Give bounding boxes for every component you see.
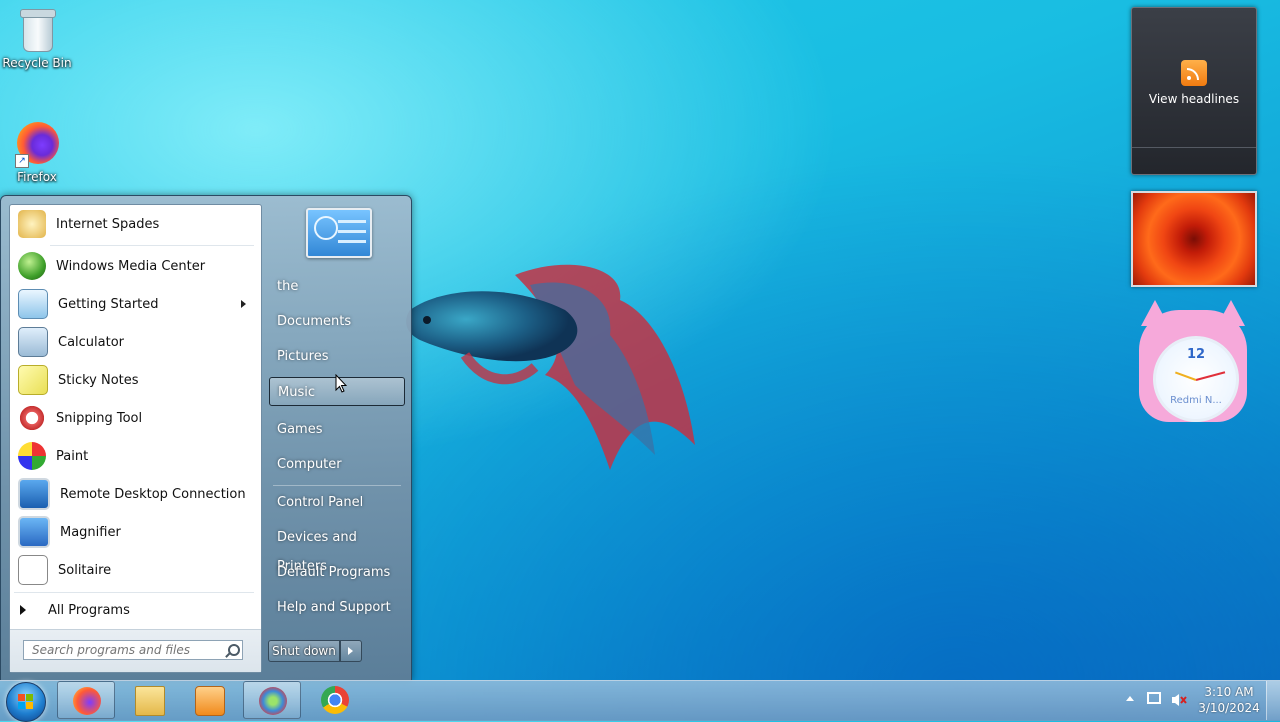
media-player-icon	[195, 686, 225, 716]
magnifier-icon	[18, 516, 50, 548]
firefox-icon	[73, 687, 101, 715]
start-button[interactable]	[6, 682, 46, 722]
getting-started-icon	[18, 289, 48, 319]
start-right-item-games[interactable]: Games	[269, 415, 405, 444]
action-center-flag-icon[interactable]	[1147, 692, 1161, 704]
program-label: Sticky Notes	[58, 372, 139, 388]
search-icon[interactable]	[228, 644, 240, 656]
program-label: Magnifier	[60, 524, 121, 540]
firefox-icon: ↗	[15, 120, 59, 168]
taskbar-media-player-button[interactable]	[180, 681, 238, 719]
program-solitaire[interactable]: Solitaire	[14, 552, 254, 588]
start-right-item-control-panel[interactable]: Control Panel	[269, 488, 405, 517]
file-explorer-icon	[135, 686, 165, 716]
expand-arrow-icon	[20, 605, 26, 615]
program-internet-spades[interactable]: Internet Spades	[14, 206, 254, 242]
clock-time: 3:10 AM	[1204, 685, 1254, 699]
program-label: Internet Spades	[56, 216, 160, 232]
shutdown-button[interactable]: Shut down	[268, 640, 340, 662]
chevron-right-icon	[348, 647, 353, 655]
program-windows-media-center[interactable]: Windows Media Center	[14, 248, 254, 284]
rss-icon	[1181, 60, 1207, 86]
start-menu-programs-pane: Internet Spades Windows Media Center Get…	[9, 204, 262, 673]
network-icon	[259, 687, 287, 715]
clock-face: 12 Redmi N...	[1153, 336, 1239, 422]
start-right-item-default-programs[interactable]: Default Programs	[269, 558, 405, 587]
recycle-bin-icon	[15, 6, 59, 54]
program-label: Snipping Tool	[56, 410, 143, 426]
paint-icon	[18, 442, 46, 470]
program-label: Remote Desktop Connection	[60, 486, 246, 502]
mouse-cursor-icon	[335, 374, 347, 393]
media-center-icon	[18, 252, 46, 280]
start-right-item-devices-printers[interactable]: Devices and Printers	[269, 523, 405, 574]
taskbar-firefox-button[interactable]	[57, 681, 115, 719]
program-label: Calculator	[58, 334, 125, 350]
solitaire-icon	[18, 555, 48, 585]
snipping-tool-icon	[18, 404, 46, 432]
shutdown-options-button[interactable]	[340, 640, 362, 662]
clock-gadget[interactable]: 12 Redmi N...	[1133, 300, 1253, 428]
feed-headlines-gadget[interactable]: View headlines	[1131, 7, 1257, 175]
all-programs-label: All Programs	[48, 602, 130, 618]
show-hidden-icons-button[interactable]	[1126, 696, 1134, 701]
program-label: Getting Started	[58, 296, 159, 312]
taskbar-file-explorer-button[interactable]	[120, 681, 178, 719]
user-picture[interactable]	[306, 208, 372, 258]
slideshow-gadget[interactable]	[1131, 191, 1257, 287]
submenu-arrow-icon	[241, 300, 246, 308]
program-calculator[interactable]: Calculator	[14, 324, 254, 360]
program-remote-desktop-connection[interactable]: Remote Desktop Connection	[14, 476, 254, 512]
clock-date: 3/10/2024	[1198, 701, 1260, 715]
desktop-icon-label: Recycle Bin	[2, 56, 72, 70]
desktop-icon-firefox[interactable]: ↗ Firefox	[0, 120, 74, 184]
clock-gadget-label: Redmi N...	[1170, 395, 1222, 406]
windows-logo-icon	[18, 694, 34, 710]
program-label: Windows Media Center	[56, 258, 206, 274]
program-paint[interactable]: Paint	[14, 438, 254, 474]
clock-number-12: 12	[1186, 347, 1206, 362]
start-right-item-user[interactable]: the	[269, 272, 405, 301]
start-menu: Internet Spades Windows Media Center Get…	[0, 195, 412, 681]
program-sticky-notes[interactable]: Sticky Notes	[14, 362, 254, 398]
search-input[interactable]	[23, 640, 243, 660]
spades-icon	[18, 210, 46, 238]
taskbar-clock[interactable]: 3:10 AM 3/10/2024	[1196, 684, 1262, 716]
start-search-area	[10, 629, 261, 672]
chrome-icon	[321, 686, 349, 714]
sticky-notes-icon	[18, 365, 48, 395]
start-right-item-pictures[interactable]: Pictures	[269, 342, 405, 371]
show-desktop-button[interactable]	[1266, 681, 1280, 720]
taskbar-chrome-button[interactable]	[306, 681, 364, 719]
program-snipping-tool[interactable]: Snipping Tool	[14, 400, 254, 436]
all-programs-button[interactable]: All Programs	[10, 595, 259, 625]
calculator-icon	[18, 327, 48, 357]
remote-desktop-icon	[18, 478, 50, 510]
start-right-item-computer[interactable]: Computer	[269, 450, 405, 479]
program-label: Solitaire	[58, 562, 112, 578]
start-right-item-documents[interactable]: Documents	[269, 307, 405, 336]
program-magnifier[interactable]: Magnifier	[14, 514, 254, 550]
desktop-icon-recycle-bin[interactable]: Recycle Bin	[0, 6, 74, 70]
desktop-icon-label: Firefox	[17, 170, 57, 184]
taskbar-network-button[interactable]	[243, 681, 301, 719]
program-label: Paint	[56, 448, 89, 464]
program-getting-started[interactable]: Getting Started	[14, 286, 254, 322]
volume-muted-icon[interactable]	[1171, 692, 1187, 706]
betta-fish-wallpaper	[406, 264, 695, 470]
start-right-item-help-support[interactable]: Help and Support	[269, 593, 405, 622]
feed-gadget-label: View headlines	[1148, 92, 1240, 106]
